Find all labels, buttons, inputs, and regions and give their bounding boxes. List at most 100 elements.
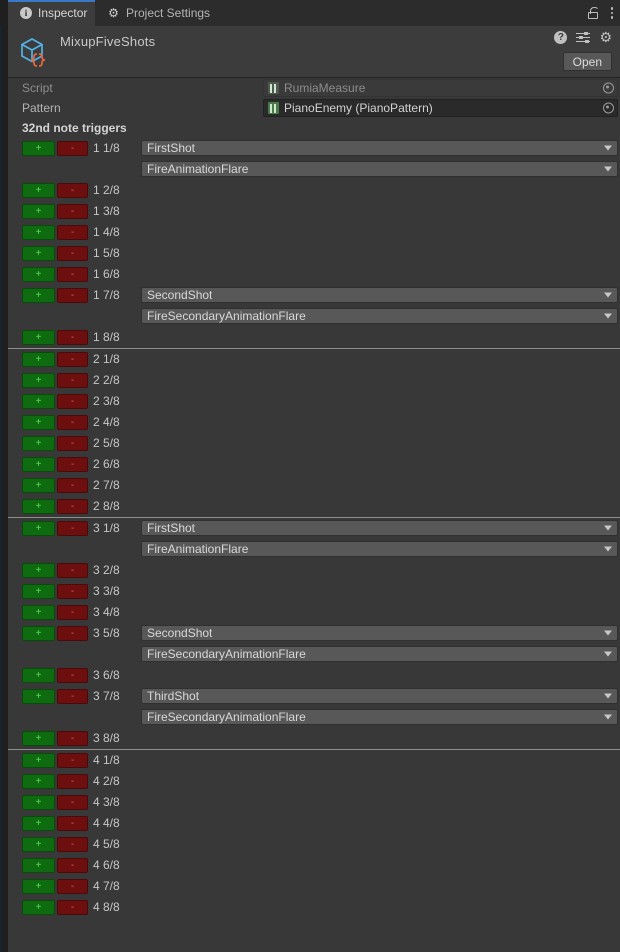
- tab-project-settings[interactable]: ⚙ Project Settings: [95, 0, 223, 26]
- shot-dropdown[interactable]: SecondShot: [141, 625, 618, 641]
- add-trigger-button[interactable]: +: [22, 731, 55, 746]
- remove-trigger-button[interactable]: -: [57, 563, 88, 578]
- add-trigger-button[interactable]: +: [22, 288, 55, 303]
- remove-trigger-button[interactable]: -: [57, 837, 88, 852]
- remove-trigger-button[interactable]: -: [57, 330, 88, 345]
- note-row: + -3 2/8: [8, 560, 620, 581]
- add-trigger-button[interactable]: +: [22, 605, 55, 620]
- remove-trigger-button[interactable]: -: [57, 879, 88, 894]
- note-label: 3 3/8: [93, 584, 120, 598]
- lock-icon[interactable]: [588, 6, 600, 20]
- remove-trigger-button[interactable]: -: [57, 900, 88, 915]
- shot-dropdown[interactable]: SecondShot: [141, 287, 618, 303]
- dock-strip: [0, 0, 8, 952]
- object-picker-icon[interactable]: [603, 102, 614, 114]
- open-button[interactable]: Open: [562, 52, 612, 71]
- add-trigger-button[interactable]: +: [22, 394, 55, 409]
- effect-dropdown[interactable]: FireAnimationFlare: [141, 161, 618, 177]
- remove-trigger-button[interactable]: -: [57, 288, 88, 303]
- remove-trigger-button[interactable]: -: [57, 499, 88, 514]
- measure-2: + -2 1/8 + -2 2/8 + -2 3/8 + -2 4/8 + -2 5/8 + -2 6…: [8, 348, 620, 517]
- remove-trigger-button[interactable]: -: [57, 731, 88, 746]
- remove-trigger-button[interactable]: -: [57, 436, 88, 451]
- note-row: + -2 2/8: [8, 370, 620, 391]
- remove-trigger-button[interactable]: -: [57, 457, 88, 472]
- shot-dropdown[interactable]: FirstShot: [141, 140, 618, 156]
- remove-trigger-button[interactable]: -: [57, 225, 88, 240]
- remove-trigger-button[interactable]: -: [57, 183, 88, 198]
- effect-dropdown[interactable]: FireSecondaryAnimationFlare: [141, 646, 618, 662]
- add-trigger-button[interactable]: +: [22, 457, 55, 472]
- add-trigger-button[interactable]: +: [22, 837, 55, 852]
- add-trigger-button[interactable]: +: [22, 183, 55, 198]
- shot-dropdown-value: ThirdShot: [147, 689, 200, 703]
- object-field-script-value: RumiaMeasure: [284, 81, 366, 95]
- add-trigger-button[interactable]: +: [22, 267, 55, 282]
- property-label-pattern: Pattern: [22, 101, 61, 115]
- object-field-pattern-value: PianoEnemy (PianoPattern): [284, 101, 433, 115]
- remove-trigger-button[interactable]: -: [57, 795, 88, 810]
- remove-trigger-button[interactable]: -: [57, 373, 88, 388]
- kebab-menu-icon[interactable]: [610, 6, 614, 20]
- add-trigger-button[interactable]: +: [22, 689, 55, 704]
- add-trigger-button[interactable]: +: [22, 478, 55, 493]
- remove-trigger-button[interactable]: -: [57, 774, 88, 789]
- note-row: + -1 7/8 SecondShot FireSecondaryAnimationF…: [8, 285, 620, 327]
- triggers-section-title: 32nd note triggers: [8, 118, 620, 138]
- remove-trigger-button[interactable]: -: [57, 478, 88, 493]
- triggers-section-label: 32nd note triggers: [22, 121, 127, 135]
- add-trigger-button[interactable]: +: [22, 858, 55, 873]
- add-trigger-button[interactable]: +: [22, 584, 55, 599]
- add-trigger-button[interactable]: +: [22, 436, 55, 451]
- add-trigger-button[interactable]: +: [22, 563, 55, 578]
- add-trigger-button[interactable]: +: [22, 373, 55, 388]
- effect-dropdown[interactable]: FireSecondaryAnimationFlare: [141, 308, 618, 324]
- preset-icon[interactable]: [576, 31, 591, 44]
- shot-dropdown[interactable]: ThirdShot: [141, 688, 618, 704]
- add-trigger-button[interactable]: +: [22, 753, 55, 768]
- effect-dropdown[interactable]: FireAnimationFlare: [141, 541, 618, 557]
- remove-trigger-button[interactable]: -: [57, 689, 88, 704]
- remove-trigger-button[interactable]: -: [57, 352, 88, 367]
- remove-trigger-button[interactable]: -: [57, 816, 88, 831]
- remove-trigger-button[interactable]: -: [57, 668, 88, 683]
- add-trigger-button[interactable]: +: [22, 141, 55, 156]
- shot-dropdown-value: FirstShot: [147, 141, 196, 155]
- tab-inspector[interactable]: i Inspector: [8, 0, 95, 26]
- add-trigger-button[interactable]: +: [22, 330, 55, 345]
- remove-trigger-button[interactable]: -: [57, 267, 88, 282]
- add-trigger-button[interactable]: +: [22, 774, 55, 789]
- remove-trigger-button[interactable]: -: [57, 521, 88, 536]
- remove-trigger-button[interactable]: -: [57, 626, 88, 641]
- remove-trigger-button[interactable]: -: [57, 204, 88, 219]
- remove-trigger-button[interactable]: -: [57, 415, 88, 430]
- note-row: + -1 6/8: [8, 264, 620, 285]
- remove-trigger-button[interactable]: -: [57, 246, 88, 261]
- add-trigger-button[interactable]: +: [22, 352, 55, 367]
- add-trigger-button[interactable]: +: [22, 900, 55, 915]
- object-picker-icon: [603, 82, 614, 94]
- add-trigger-button[interactable]: +: [22, 415, 55, 430]
- remove-trigger-button[interactable]: -: [57, 753, 88, 768]
- add-trigger-button[interactable]: +: [22, 816, 55, 831]
- object-field-pattern[interactable]: PianoEnemy (PianoPattern): [263, 99, 618, 117]
- add-trigger-button[interactable]: +: [22, 879, 55, 894]
- tab-inspector-label: Inspector: [38, 6, 88, 20]
- remove-trigger-button[interactable]: -: [57, 584, 88, 599]
- add-trigger-button[interactable]: +: [22, 204, 55, 219]
- remove-trigger-button[interactable]: -: [57, 141, 88, 156]
- add-trigger-button[interactable]: +: [22, 626, 55, 641]
- add-trigger-button[interactable]: +: [22, 499, 55, 514]
- add-trigger-button[interactable]: +: [22, 521, 55, 536]
- remove-trigger-button[interactable]: -: [57, 394, 88, 409]
- add-trigger-button[interactable]: +: [22, 225, 55, 240]
- help-icon[interactable]: ?: [554, 30, 568, 44]
- gear-icon[interactable]: ⚙: [599, 30, 612, 44]
- effect-dropdown[interactable]: FireSecondaryAnimationFlare: [141, 709, 618, 725]
- add-trigger-button[interactable]: +: [22, 668, 55, 683]
- shot-dropdown[interactable]: FirstShot: [141, 520, 618, 536]
- add-trigger-button[interactable]: +: [22, 795, 55, 810]
- remove-trigger-button[interactable]: -: [57, 858, 88, 873]
- remove-trigger-button[interactable]: -: [57, 605, 88, 620]
- add-trigger-button[interactable]: +: [22, 246, 55, 261]
